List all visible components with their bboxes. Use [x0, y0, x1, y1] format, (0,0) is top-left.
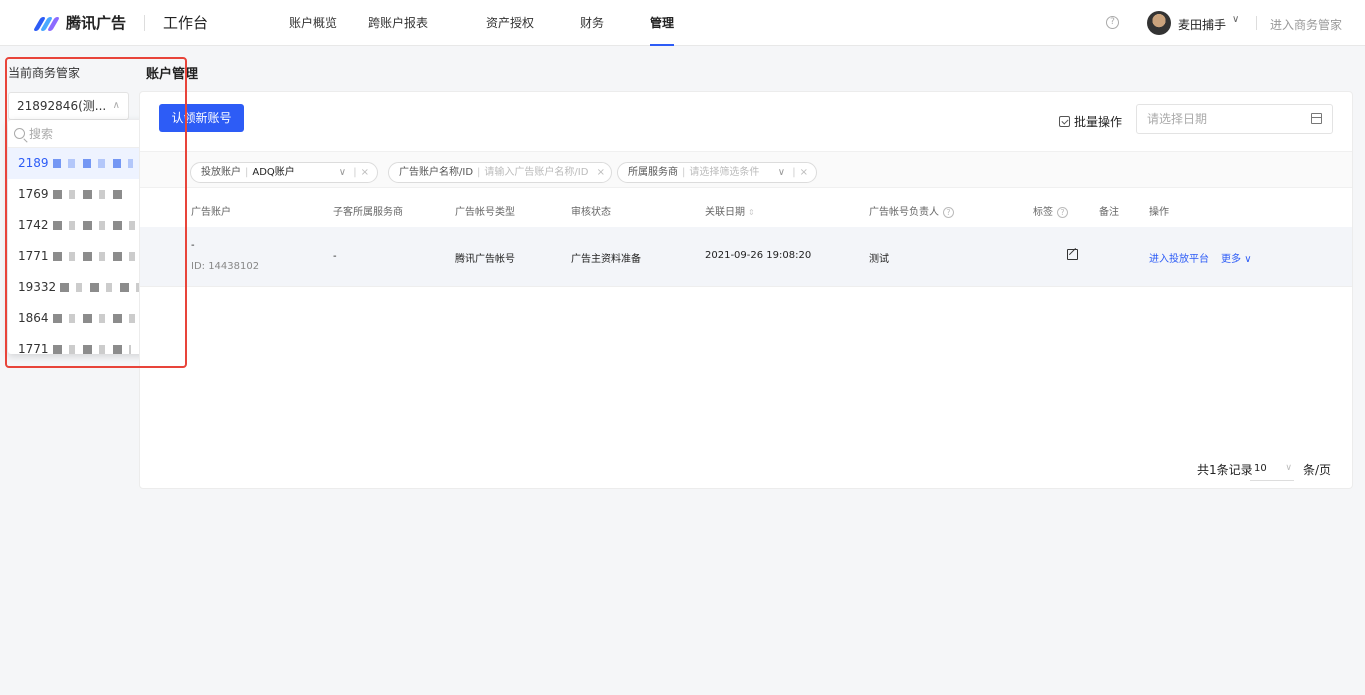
- option-label: 2189: [18, 156, 49, 170]
- nav-account-overview[interactable]: 账户概览: [289, 0, 337, 46]
- top-nav-bar: 腾讯广告 工作台 账户概览 跨账户报表 资产授权 财务 管理 ? 麦田捕手 ∨ …: [0, 0, 1365, 46]
- col-review-status: 审核状态: [571, 207, 611, 218]
- page-size-select[interactable]: 10 ∨: [1250, 463, 1294, 481]
- clear-icon: ×: [360, 167, 369, 178]
- filter-label: 投放账户: [201, 167, 241, 178]
- redacted-text: [52, 159, 133, 168]
- col-remark: 备注: [1099, 207, 1119, 218]
- filter-value: ADQ账户: [252, 167, 295, 178]
- page-title: 账户管理: [146, 67, 199, 82]
- option-label: 1742: [18, 218, 49, 232]
- col-tag-header: 标签?: [1033, 203, 1068, 218]
- col-provider: 子客所属服务商: [333, 207, 403, 218]
- redacted-text: [60, 283, 141, 292]
- option-label: 1769: [18, 187, 49, 201]
- col-account-type: 广告帐号类型: [455, 207, 515, 218]
- clear-icon[interactable]: ×: [593, 163, 605, 182]
- redacted-text: [52, 252, 135, 261]
- help-icon[interactable]: ?: [1057, 206, 1068, 218]
- chevron-down-icon: ∨ | ×: [777, 167, 808, 178]
- more-label: 更多: [1221, 254, 1241, 265]
- chevron-down-icon[interactable]: ∨: [1232, 14, 1239, 25]
- nav-cross-account-report[interactable]: 跨账户报表: [368, 0, 428, 46]
- option-label: 1771: [18, 249, 49, 263]
- cell-account-name: -: [191, 240, 195, 251]
- filter-account-name[interactable]: 广告账户名称/ID | 请输入广告账户名称/ID ×: [388, 162, 612, 183]
- filter-service-provider[interactable]: 所属服务商 | 请选择筛选条件 ∨ | ×: [617, 162, 817, 183]
- chevron-down-icon: ∨: [1244, 254, 1252, 265]
- help-icon[interactable]: ?: [943, 206, 954, 218]
- redacted-text: [52, 190, 125, 199]
- batch-operation-button[interactable]: 批量操作: [1059, 113, 1122, 130]
- total-records: 共1条记录: [1197, 463, 1253, 477]
- workspace-title: 工作台: [163, 14, 209, 32]
- redacted-text: [52, 314, 139, 323]
- option-label: 19332: [18, 280, 57, 294]
- page-size-value: 10: [1254, 463, 1267, 474]
- enter-business-manager-link[interactable]: 进入商务管家: [1270, 16, 1342, 33]
- date-picker[interactable]: 请选择日期: [1136, 104, 1333, 134]
- brand-logo[interactable]: 腾讯广告 工作台: [32, 12, 209, 33]
- col-ad-account: 广告账户: [191, 207, 231, 218]
- manager-select-value: 21892846(测...: [17, 99, 107, 113]
- search-icon: [14, 128, 25, 139]
- redacted-text: [52, 221, 135, 230]
- col-link-date: 关联日期: [705, 207, 745, 218]
- filter-label: 广告账户名称/ID: [399, 167, 474, 178]
- chevron-down-icon: ∨: [1285, 463, 1292, 473]
- nav-finance[interactable]: 财务: [580, 0, 604, 46]
- cell-account-type: 腾讯广告帐号: [455, 254, 515, 265]
- col-tag: 标签: [1033, 207, 1053, 218]
- option-label: 1864: [18, 311, 49, 325]
- cell-provider: -: [333, 251, 337, 262]
- option-label: 1771: [18, 342, 49, 354]
- filter-label: 所属服务商: [628, 167, 678, 178]
- batch-label: 批量操作: [1074, 115, 1123, 129]
- chevron-up-icon: ∧: [112, 100, 120, 111]
- sort-icon[interactable]: ⇕: [748, 208, 755, 217]
- col-link-date-header[interactable]: 关联日期 ⇕: [705, 203, 755, 218]
- brand-divider: [144, 14, 146, 31]
- filter-placeholder: 请输入广告账户名称/ID: [484, 167, 589, 178]
- redacted-text: [52, 345, 131, 354]
- clear-icon: ×: [799, 167, 808, 178]
- chevron-down-icon: ∨ | ×: [338, 167, 369, 178]
- cell-owner: 测试: [869, 254, 889, 265]
- checkbox-icon: [1059, 116, 1070, 127]
- cell-review-status: 广告主资料准备: [571, 254, 641, 265]
- claim-new-account-button[interactable]: 认领新账号: [159, 104, 244, 132]
- cell-account-id: ID: 14438102: [191, 261, 260, 272]
- tencent-ads-logo-icon: [32, 13, 61, 33]
- user-name[interactable]: 麦田捕手: [1178, 16, 1226, 33]
- col-actions: 操作: [1149, 207, 1169, 218]
- help-icon[interactable]: ?: [1106, 16, 1119, 29]
- per-page-label: 条/页: [1303, 463, 1332, 477]
- date-placeholder: 请选择日期: [1147, 112, 1208, 126]
- col-owner-header: 广告帐号负责人?: [869, 203, 954, 218]
- filter-placeholder: 请选择筛选条件: [689, 167, 760, 178]
- brand-name: 腾讯广告: [66, 14, 127, 32]
- avatar[interactable]: [1147, 11, 1171, 35]
- current-manager-label: 当前商务管家: [8, 66, 81, 80]
- more-actions-dropdown[interactable]: 更多 ∨: [1221, 250, 1252, 265]
- calendar-icon: [1311, 113, 1322, 124]
- top-divider: [1256, 16, 1257, 30]
- enter-platform-link[interactable]: 进入投放平台: [1149, 250, 1209, 265]
- nav-management[interactable]: 管理: [650, 0, 675, 46]
- col-owner: 广告帐号负责人: [869, 207, 939, 218]
- manager-select[interactable]: 21892846(测... ∧: [8, 92, 129, 120]
- cell-link-date: 2021-09-26 19:08:20: [705, 250, 812, 261]
- edit-icon[interactable]: [1067, 249, 1078, 260]
- filter-ad-account[interactable]: 投放账户 | ADQ账户 ∨ | ×: [190, 162, 378, 183]
- search-placeholder: 搜索: [29, 126, 54, 141]
- nav-asset-authorization[interactable]: 资产授权: [486, 0, 534, 46]
